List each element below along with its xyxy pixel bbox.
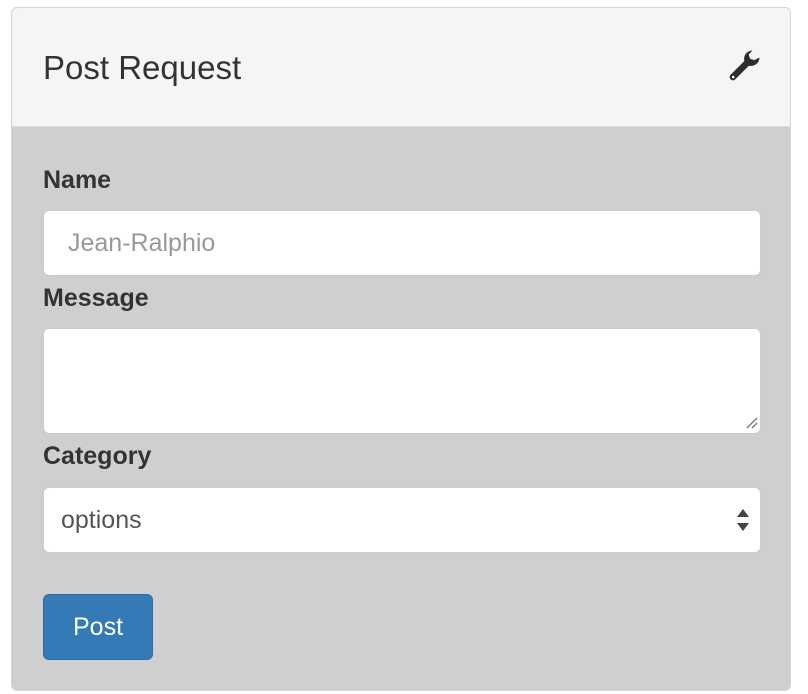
message-label: Message: [43, 284, 149, 312]
category-label: Category: [43, 442, 152, 470]
post-request-panel: Post Request Name Message Category optio…: [11, 7, 791, 691]
category-select[interactable]: options: [43, 487, 761, 553]
resize-grip-icon[interactable]: [746, 417, 758, 429]
message-textarea[interactable]: [43, 328, 761, 434]
name-input[interactable]: [43, 210, 761, 276]
category-selected-value: options: [61, 505, 142, 534]
name-label: Name: [43, 166, 112, 194]
select-arrows-icon: [737, 509, 749, 531]
panel-header: Post Request: [12, 8, 790, 127]
wrench-icon[interactable]: [727, 48, 763, 84]
panel-title: Post Request: [43, 49, 242, 86]
post-button[interactable]: Post: [43, 594, 153, 660]
